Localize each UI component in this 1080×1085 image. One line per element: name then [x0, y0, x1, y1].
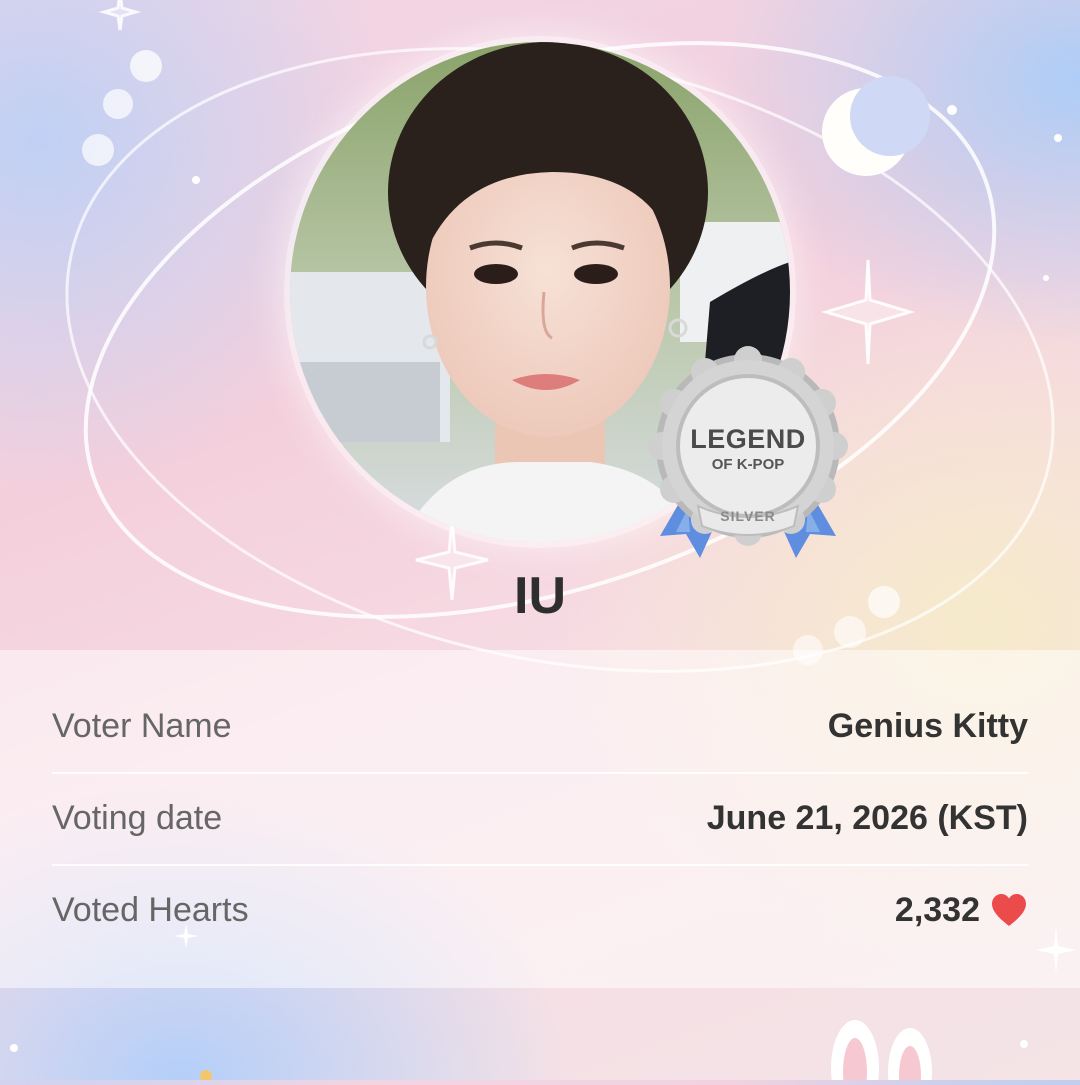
bottom-decoration	[0, 988, 1080, 1085]
voted-hearts-value: 2,332	[894, 890, 980, 929]
idol-name: IU	[514, 567, 566, 625]
heart-icon	[992, 894, 1026, 926]
voted-hearts-row: Voted Hearts 2,332	[52, 864, 1028, 956]
badge-title: LEGEND	[690, 424, 806, 454]
legend-badge: LEGEND OF K-POP SILVER	[648, 338, 848, 568]
vote-info-panel: Voter Name Genius Kitty Voting date June…	[0, 650, 1080, 988]
badge-subtitle: OF K-POP	[711, 456, 785, 473]
badge-tier: SILVER	[720, 508, 776, 524]
voter-name-row: Voter Name Genius Kitty	[52, 680, 1028, 774]
crescent-moon-icon	[822, 76, 930, 176]
voting-date-label: Voting date	[52, 798, 223, 837]
voting-date-row: Voting date June 21, 2026 (KST)	[52, 772, 1028, 866]
voter-name-value: Genius Kitty	[827, 706, 1028, 745]
voted-hearts-value-wrap: 2,332	[895, 891, 1028, 930]
bunny-ears-icon	[10, 1020, 932, 1085]
voter-name-label: Voter Name	[52, 706, 232, 745]
voting-date-value: June 21, 2026 (KST)	[706, 798, 1028, 837]
voted-hearts-label: Voted Hearts	[52, 890, 249, 929]
